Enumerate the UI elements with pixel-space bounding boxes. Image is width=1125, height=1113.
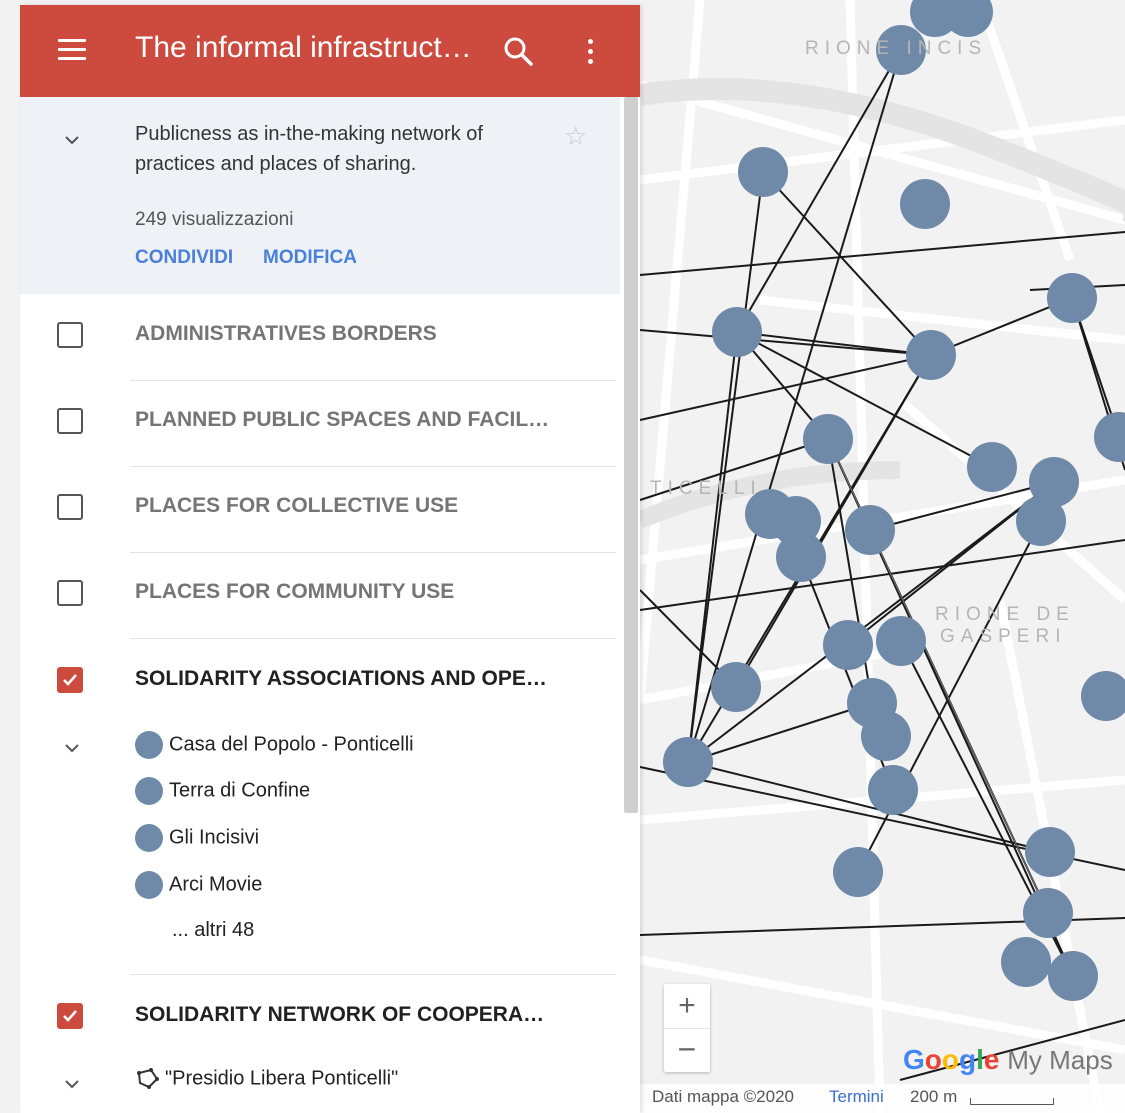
more-items-link[interactable]: ... altri 48 (172, 919, 254, 942)
description-text: Publicness as in-the-making network of p… (135, 123, 483, 175)
map-marker (1047, 273, 1097, 323)
layer-planned-public-spaces[interactable]: PLANNED PUBLIC SPACES AND FACIL… (20, 381, 620, 467)
share-button[interactable]: CONDIVIDI (135, 247, 233, 269)
google-my-maps-logo: Google My Maps (903, 1044, 1113, 1075)
map-marker (868, 765, 918, 815)
district-label: RIONE INCIS (805, 38, 988, 59)
check-icon (63, 1010, 77, 1022)
polyline-icon (137, 1068, 159, 1089)
marker-dot-icon (135, 824, 163, 852)
map-marker (900, 179, 950, 229)
map-marker (1001, 937, 1051, 987)
map-marker (1094, 412, 1125, 462)
layer-checkbox[interactable] (57, 408, 83, 434)
map-marker (823, 620, 873, 670)
search-icon[interactable] (502, 35, 536, 69)
legend-panel: The informal infrastruct… Publicness as … (20, 5, 640, 1113)
marker-dot-icon (135, 777, 163, 805)
map-marker (663, 737, 713, 787)
layer-checkbox-checked[interactable] (57, 667, 83, 693)
district-label: GASPERI (940, 626, 1067, 647)
connection-line (687, 702, 873, 763)
map-marker (738, 147, 788, 197)
edit-button[interactable]: MODIFICA (263, 247, 357, 269)
list-item[interactable]: Arci Movie (135, 871, 262, 899)
layer-name: PLACES FOR COMMUNITY USE (135, 580, 455, 603)
district-label: TICELLI (650, 478, 762, 499)
map-marker (876, 616, 926, 666)
map-marker (712, 307, 762, 357)
layer-places-community-use[interactable]: PLACES FOR COMMUNITY USE (20, 553, 620, 639)
view-count: 249 visualizzazioni (135, 209, 294, 230)
map-marker (1048, 951, 1098, 1001)
layer-name: SOLIDARITY ASSOCIATIONS AND OPE… (135, 667, 547, 690)
zoom-out-button[interactable]: − (664, 1028, 710, 1073)
chevron-down-icon[interactable] (65, 741, 79, 755)
map-marker (1023, 888, 1073, 938)
menu-icon[interactable] (58, 39, 86, 61)
layer-places-collective-use[interactable]: PLACES FOR COLLECTIVE USE (20, 467, 620, 553)
map-description: Publicness as in-the-making network of p… (20, 97, 620, 294)
map-marker (776, 532, 826, 582)
connection-line (639, 231, 1125, 276)
layer-checkbox-checked[interactable] (57, 1003, 83, 1029)
connection-line (639, 354, 932, 421)
star-icon[interactable]: ☆ (564, 121, 587, 152)
map-marker (861, 711, 911, 761)
list-item[interactable]: Gli Incisivi (135, 824, 259, 852)
layer-checkbox[interactable] (57, 580, 83, 606)
list-item[interactable]: "Presidio Libera Ponticelli" (135, 1067, 398, 1091)
layer-solidarity-associations[interactable]: SOLIDARITY ASSOCIATIONS AND OPE… Casa de… (20, 639, 620, 975)
layer-solidarity-network[interactable]: SOLIDARITY NETWORK OF COOPERA… "Presidio… (20, 975, 620, 1113)
zoom-in-button[interactable]: + (664, 984, 710, 1028)
map-marker (1081, 671, 1125, 721)
layer-name: ADMINISTRATIVES BORDERS (135, 322, 437, 345)
zoom-control: + − (664, 984, 710, 1072)
map-marker (803, 414, 853, 464)
terms-link[interactable]: Termini (829, 1087, 884, 1107)
layer-administratives-borders[interactable]: ADMINISTRATIVES BORDERS (20, 295, 620, 381)
layer-name: PLANNED PUBLIC SPACES AND FACIL… (135, 408, 550, 431)
list-item[interactable]: Casa del Popolo - Ponticelli (135, 731, 414, 759)
my-maps-label: My Maps (1007, 1045, 1113, 1075)
map-marker (967, 442, 1017, 492)
map-title: The informal infrastruct… (135, 31, 472, 64)
more-vert-icon[interactable] (588, 39, 594, 67)
district-label: RIONE DE (935, 604, 1075, 625)
scale-label: 200 m (910, 1087, 958, 1106)
map-marker (845, 505, 895, 555)
map-footer: Dati mappa ©2020 Termini 200 m (640, 1084, 1125, 1113)
list-item[interactable]: Terra di Confine (135, 777, 310, 805)
street (635, 0, 705, 701)
scale-bar (970, 1098, 1054, 1105)
layer-name: PLACES FOR COLLECTIVE USE (135, 494, 459, 517)
panel-scrollbar[interactable] (624, 97, 638, 813)
street (897, 396, 1125, 604)
marker-dot-icon (135, 731, 163, 759)
panel-header: The informal infrastruct… (20, 5, 640, 97)
layer-checkbox[interactable] (57, 322, 83, 348)
chevron-down-icon[interactable] (65, 1077, 79, 1091)
map-marker (711, 662, 761, 712)
map-marker (1025, 827, 1075, 877)
marker-dot-icon (135, 871, 163, 899)
layer-checkbox[interactable] (57, 494, 83, 520)
chevron-down-icon[interactable] (65, 133, 79, 147)
map-data-attribution: Dati mappa ©2020 (652, 1087, 795, 1106)
check-icon (63, 674, 77, 686)
map-marker (1016, 496, 1066, 546)
map-marker (833, 847, 883, 897)
layer-name: SOLIDARITY NETWORK OF COOPERA… (135, 1003, 545, 1026)
map-marker (906, 330, 956, 380)
connection-line (639, 329, 932, 356)
